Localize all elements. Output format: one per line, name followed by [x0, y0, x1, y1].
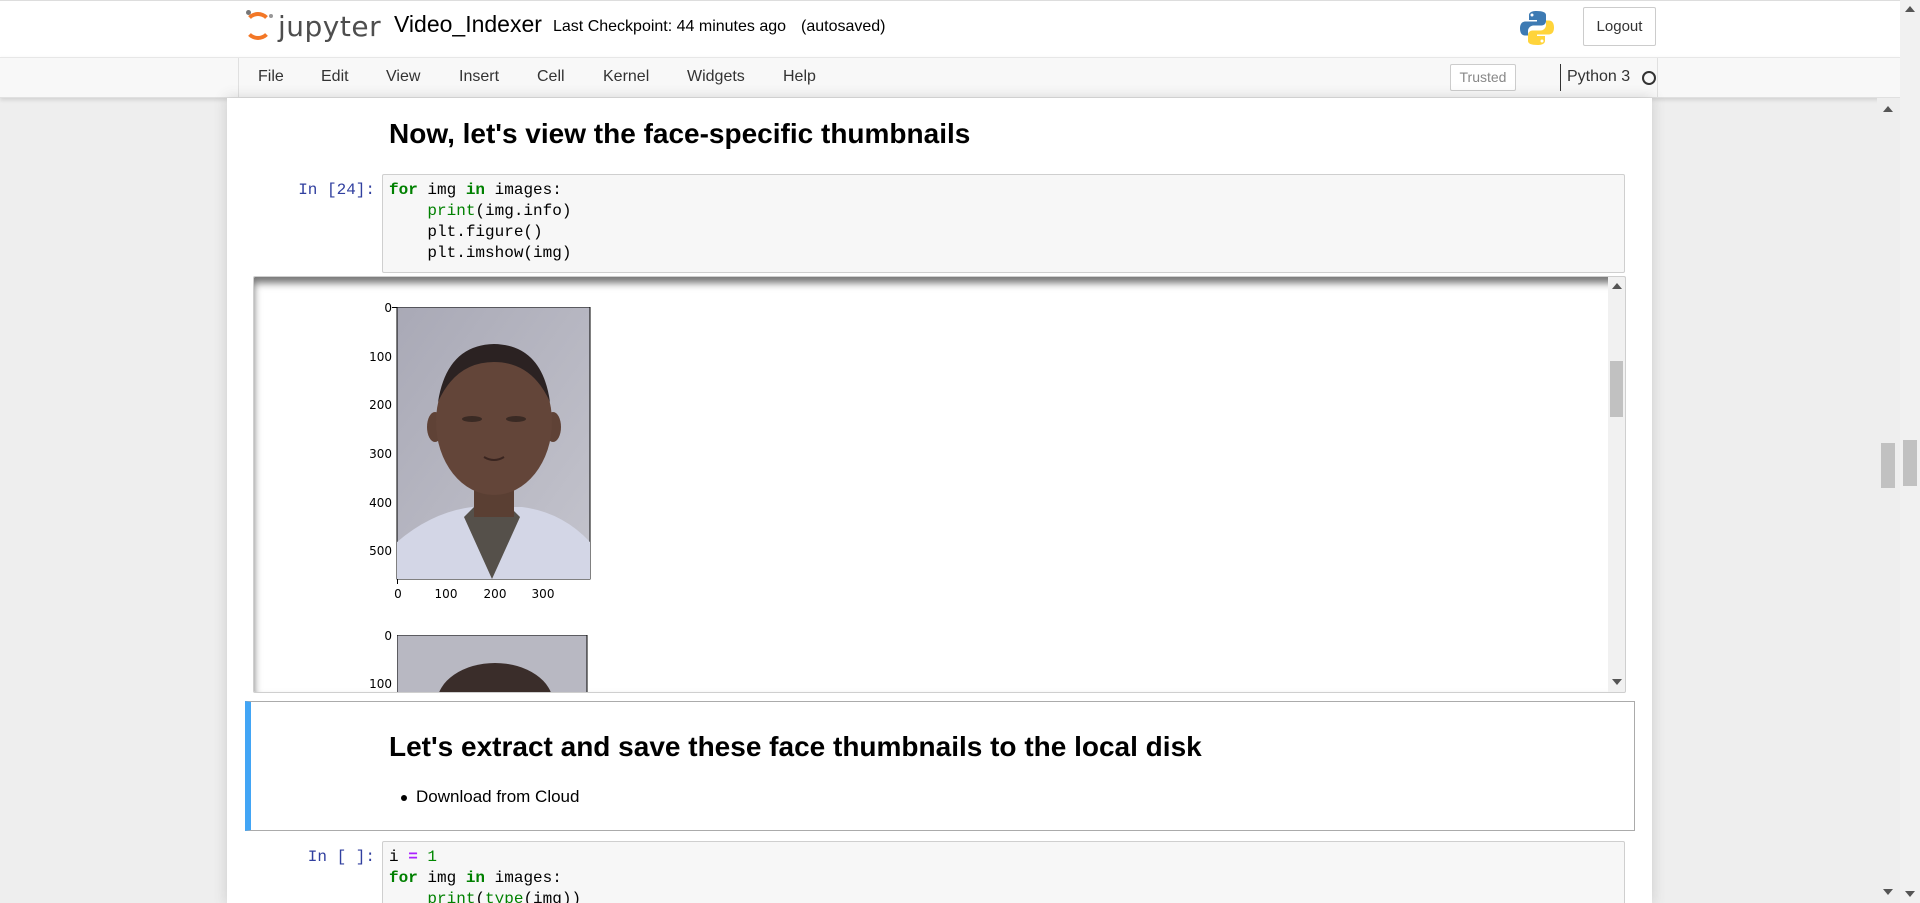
y-tick-label: 300 [369, 447, 392, 461]
trusted-button[interactable]: Trusted [1450, 64, 1516, 91]
y-tick-label: 0 [384, 301, 392, 315]
code-editor[interactable]: for img in images: print(img.info) plt.f… [382, 174, 1625, 273]
scroll-down-icon[interactable] [1883, 889, 1893, 895]
face-thumbnail-plot [396, 307, 591, 580]
y-tick-label: 0 [384, 629, 392, 643]
notebook-name[interactable]: Video_Indexer [394, 11, 542, 38]
notebook-scroll-thumb[interactable] [1881, 443, 1895, 488]
menu-file[interactable]: File [258, 68, 284, 86]
x-tick-label: 100 [434, 587, 458, 601]
markdown-heading: Now, let's view the face-specific thumbn… [389, 118, 971, 149]
autosave-status: (autosaved) [801, 18, 886, 35]
input-prompt: In [ ]: [307, 848, 375, 866]
menu-widgets[interactable]: Widgets [687, 68, 745, 86]
page-scroll-thumb[interactable] [1903, 440, 1917, 486]
kernel-separator [1560, 64, 1561, 91]
x-tick-label: 200 [483, 587, 507, 601]
y-tick-label: 100 [369, 677, 392, 691]
code-line: for img in images: [389, 869, 562, 887]
menu-help[interactable]: Help [783, 68, 816, 86]
code-line: plt.imshow(img) [389, 244, 572, 262]
python-logo-icon [1520, 11, 1554, 45]
bullet-text: Download from Cloud [416, 787, 580, 806]
face-thumbnail-plot [397, 635, 588, 692]
markdown-cell-selected[interactable]: Let's extract and save these face thumbn… [245, 701, 1635, 831]
y-tick-label: 400 [369, 496, 392, 510]
menu-view[interactable]: View [386, 68, 420, 86]
scroll-down-icon[interactable] [1905, 891, 1915, 897]
y-tick-label: 200 [369, 398, 392, 412]
notebook-container: Now, let's view the face-specific thumbn… [227, 98, 1652, 903]
x-tick-label: 300 [531, 587, 555, 601]
scroll-up-icon[interactable] [1612, 283, 1622, 289]
output-scroll-thumb[interactable] [1610, 361, 1623, 417]
markdown-heading: Let's extract and save these face thumbn… [389, 731, 1202, 762]
page-scrollbar[interactable] [1900, 0, 1920, 903]
kernel-name[interactable]: Python 3 [1567, 68, 1630, 86]
x-tick-label: 0 [394, 587, 402, 601]
code-line: for img in images: [389, 181, 562, 199]
output-scrollbar[interactable] [1608, 277, 1625, 692]
eye-shape [462, 416, 482, 422]
jupyter-moon-icon [246, 10, 251, 15]
code-line: print(img.info) [427, 202, 572, 220]
bullet-icon [401, 795, 407, 801]
menu-kernel[interactable]: Kernel [603, 68, 649, 86]
jupyter-moon-icon [269, 14, 273, 18]
jupyter-ring-icon [244, 12, 272, 40]
x-tick-mark [397, 579, 398, 584]
output-area[interactable]: 0 100 200 300 400 500 0 100 200 300 0 10… [253, 276, 1626, 693]
checkpoint-status: Last Checkpoint: 44 minutes ago [553, 18, 787, 35]
code-line: i = 1 [389, 848, 438, 866]
notebook-scrollbar[interactable] [1877, 98, 1900, 903]
header: jupyter Video_Indexer Last Checkpoint: 4… [0, 0, 1900, 57]
logout-button[interactable]: Logout [1583, 7, 1656, 46]
menu-cell[interactable]: Cell [537, 68, 565, 86]
code-line: print(type(img)) [427, 890, 582, 903]
logo-text: jupyter [278, 10, 382, 43]
jupyter-logo[interactable]: jupyter [241, 9, 381, 45]
menubar: File Edit View Insert Cell Kernel Widget… [0, 57, 1900, 98]
scroll-up-icon[interactable] [1883, 106, 1893, 112]
eye-shape [506, 416, 526, 422]
y-tick-label: 500 [369, 544, 392, 558]
y-tick-label: 100 [369, 350, 392, 364]
menu-edit[interactable]: Edit [321, 68, 349, 86]
menu-insert[interactable]: Insert [459, 68, 499, 86]
code-line: plt.figure() [389, 223, 543, 241]
input-prompt: In [24]: [298, 181, 375, 199]
scroll-down-icon[interactable] [1612, 679, 1622, 685]
y-tick-mark [392, 307, 397, 308]
kernel-idle-icon [1642, 71, 1656, 85]
scroll-up-icon[interactable] [1905, 6, 1915, 12]
code-editor[interactable]: i = 1 for img in images: print(type(img)… [382, 841, 1625, 903]
